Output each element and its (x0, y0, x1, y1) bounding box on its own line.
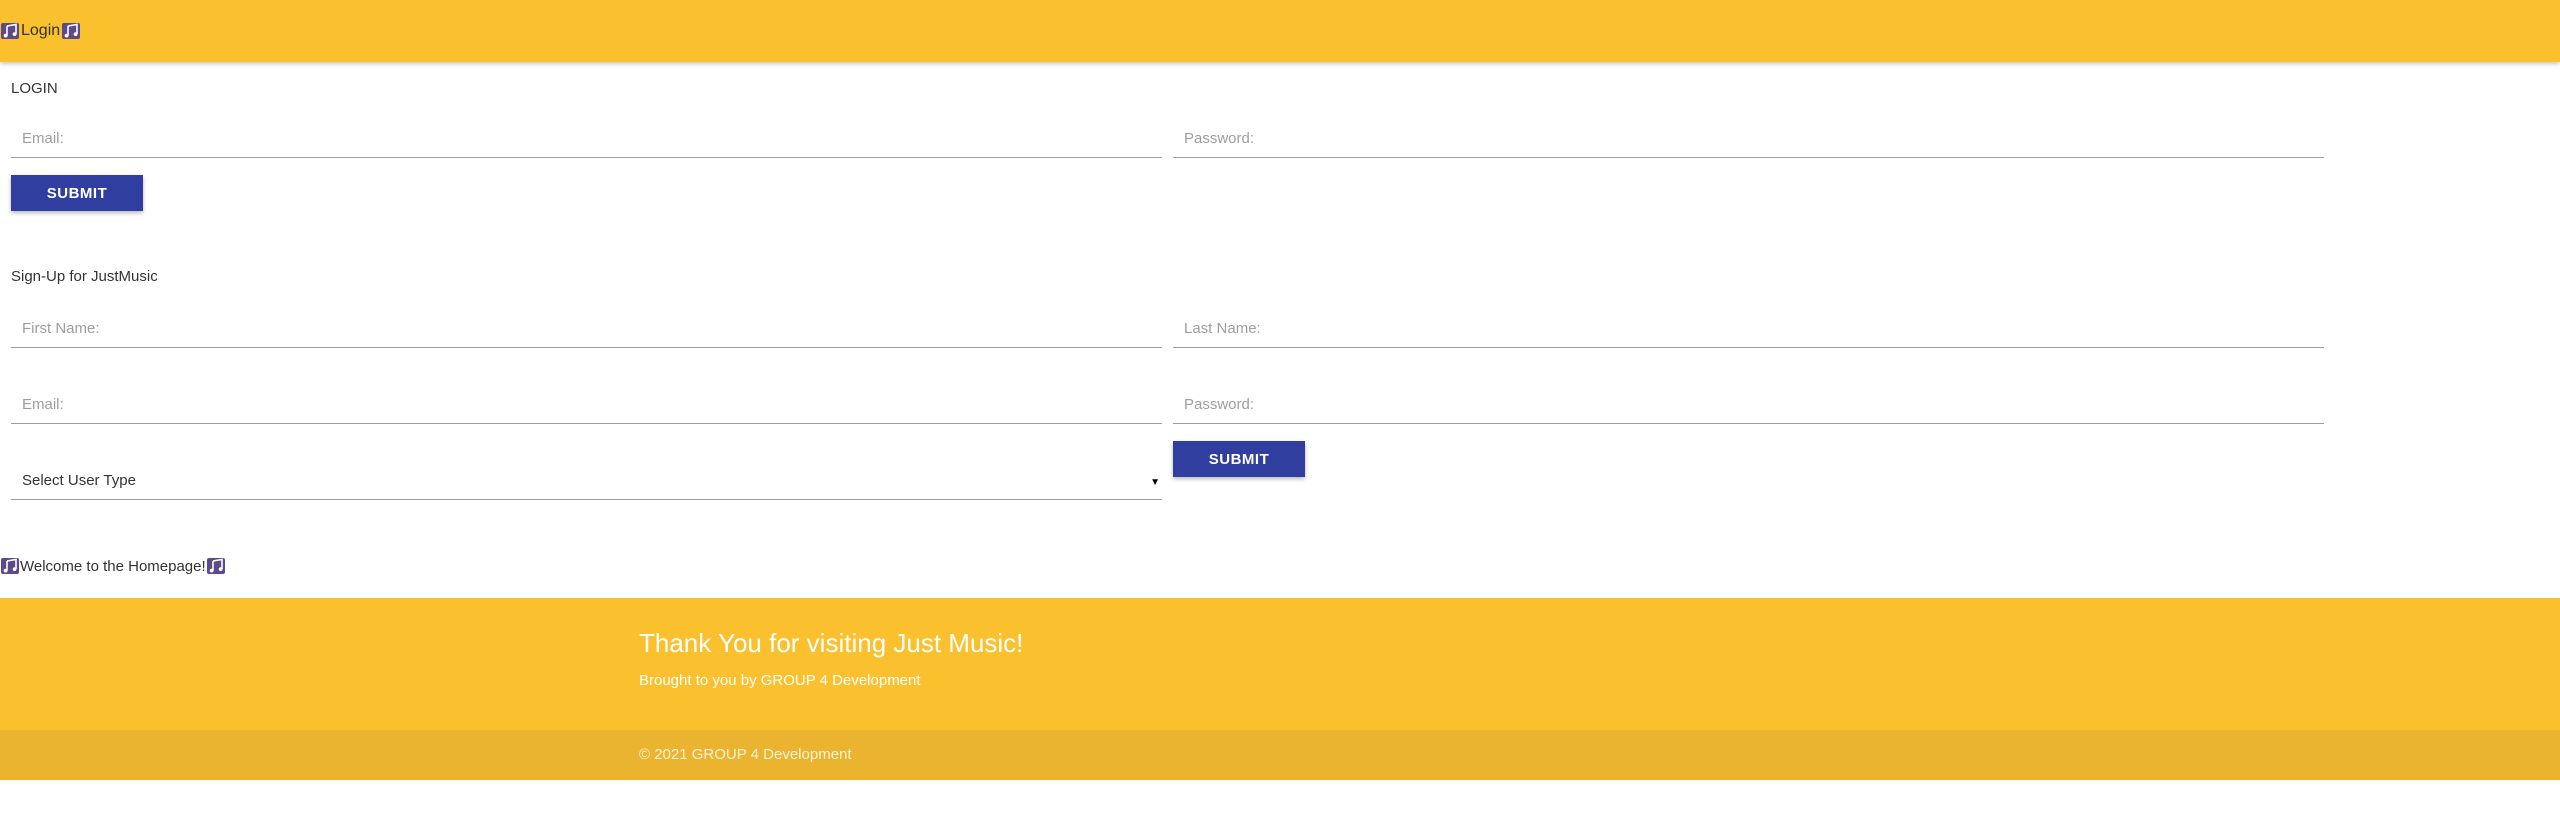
music-note-icon (206, 556, 226, 576)
top-app-bar: Login (0, 0, 2560, 62)
footer-copyright-bar: © 2021 GROUP 4 Development (0, 730, 2560, 780)
login-email-field[interactable] (11, 120, 1162, 158)
copyright-text: © 2021 GROUP 4 Development (639, 746, 852, 763)
brand-label: Login (21, 22, 61, 39)
last-name-field[interactable] (1173, 310, 2324, 348)
signup-title: Sign-Up for JustMusic (11, 268, 158, 285)
first-name-input[interactable] (11, 310, 1162, 347)
login-email-input[interactable] (11, 120, 1162, 157)
footer: Thank You for visiting Just Music! Broug… (0, 598, 2560, 730)
login-submit-button[interactable]: SUBMIT (11, 175, 143, 211)
brand[interactable]: Login (0, 21, 81, 41)
signup-email-input[interactable] (11, 386, 1162, 423)
welcome-text: Welcome to the Homepage! (20, 557, 206, 575)
login-title: LOGIN (11, 80, 58, 97)
login-password-field[interactable] (1173, 120, 2324, 158)
signup-password-field[interactable] (1173, 386, 2324, 424)
music-note-icon (0, 556, 20, 576)
caret-down-icon: ▼ (1150, 477, 1160, 488)
login-password-input[interactable] (1173, 120, 2324, 157)
user-type-label: Select User Type (22, 472, 136, 489)
user-type-select[interactable]: Select User Type ▼ (11, 462, 1162, 500)
welcome-message: Welcome to the Homepage! (0, 556, 226, 576)
last-name-input[interactable] (1173, 310, 2324, 347)
music-note-icon (61, 21, 81, 41)
signup-password-input[interactable] (1173, 386, 2324, 423)
signup-submit-button[interactable]: SUBMIT (1173, 441, 1305, 477)
first-name-field[interactable] (11, 310, 1162, 348)
signup-email-field[interactable] (11, 386, 1162, 424)
music-note-icon (0, 21, 20, 41)
footer-subtitle: Brought to you by GROUP 4 Development (639, 672, 921, 689)
footer-title: Thank You for visiting Just Music! (639, 628, 1024, 658)
